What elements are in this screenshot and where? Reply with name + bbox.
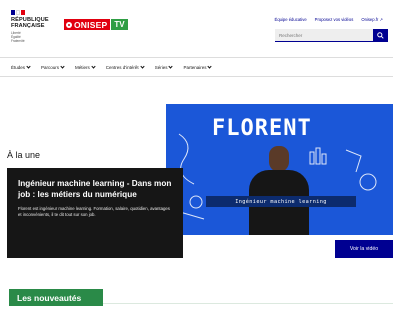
section-heading-nouveautes: Les nouveautés xyxy=(9,289,103,306)
tv-badge: TV xyxy=(111,19,128,30)
chevron-down-icon xyxy=(140,64,145,69)
nav-item-etudes[interactable]: Études xyxy=(11,64,31,70)
nav-label: Métiers xyxy=(75,64,90,70)
video-overlay-subtitle: Ingénieur machine learning xyxy=(206,196,356,207)
doodle-charts-icon xyxy=(309,147,377,191)
featured-description: Florent est ingénieur machine learning. … xyxy=(18,206,170,217)
republique-francaise-logo[interactable]: RÉPUBLIQUE FRANÇAISE Liberté Égalité Fra… xyxy=(11,10,57,44)
nav-label: Partenaires xyxy=(183,64,207,70)
tool-link-proposez[interactable]: Proposez vos vidéos xyxy=(315,17,354,22)
search-button[interactable] xyxy=(373,29,388,42)
nav-item-parcours[interactable]: Parcours xyxy=(41,64,65,70)
presenter-head xyxy=(269,146,289,172)
search-bar xyxy=(275,29,388,42)
onisep-dot-icon xyxy=(66,21,72,28)
onisep-wordmark: ONISEP xyxy=(74,19,108,30)
chevron-down-icon xyxy=(91,64,96,69)
search-icon xyxy=(377,32,384,39)
external-link-icon: ↗ xyxy=(379,17,383,22)
tool-link-equipe[interactable]: Équipe éducative xyxy=(275,17,307,22)
chevron-down-icon xyxy=(60,64,65,69)
featured-title[interactable]: Ingénieur machine learning - Dans mon jo… xyxy=(18,179,173,200)
video-overlay-title: FLORENT xyxy=(212,116,312,141)
nav-label: Parcours xyxy=(41,64,60,70)
search-input[interactable] xyxy=(275,29,373,42)
motto-fraternite: Fraternité xyxy=(11,39,25,43)
section-divider xyxy=(103,303,393,304)
chevron-down-icon xyxy=(168,64,174,69)
onisep-tv-logo[interactable]: ONISEP TV xyxy=(64,19,128,30)
nav-item-metiers[interactable]: Métiers xyxy=(75,64,96,70)
section-heading-une: À la une xyxy=(7,150,41,160)
nav-item-series[interactable]: Séries xyxy=(154,64,174,70)
header-tools: Équipe éducative Proposez vos vidéos Oni… xyxy=(275,17,383,22)
site-header: RÉPUBLIQUE FRANÇAISE Liberté Égalité Fra… xyxy=(0,0,393,56)
nav-label: Études xyxy=(11,64,26,70)
chevron-down-icon xyxy=(207,64,213,69)
rf-title-line-2: FRANÇAISE xyxy=(11,23,45,30)
nav-item-partenaires[interactable]: Partenaires xyxy=(183,64,213,70)
video-thumbnail[interactable]: FLORENT Ingénieur machine learning xyxy=(166,104,393,235)
nav-item-centres[interactable]: Centres d'intérêt xyxy=(105,64,145,70)
watch-video-button[interactable]: Voir la vidéo xyxy=(335,240,393,258)
flag-icon xyxy=(11,10,25,15)
tool-link-onisep[interactable]: Onisep.fr ↗ xyxy=(361,17,383,22)
nav-label: Séries xyxy=(154,64,168,70)
tool-link-onisep-label: Onisep.fr xyxy=(361,17,379,22)
featured-card: Ingénieur machine learning - Dans mon jo… xyxy=(7,168,183,258)
nav-label: Centres d'intérêt xyxy=(105,64,139,70)
onisep-mark: ONISEP xyxy=(64,19,111,30)
main-nav: Études Parcours Métiers Centres d'intérê… xyxy=(0,57,393,77)
chevron-down-icon xyxy=(26,64,31,69)
